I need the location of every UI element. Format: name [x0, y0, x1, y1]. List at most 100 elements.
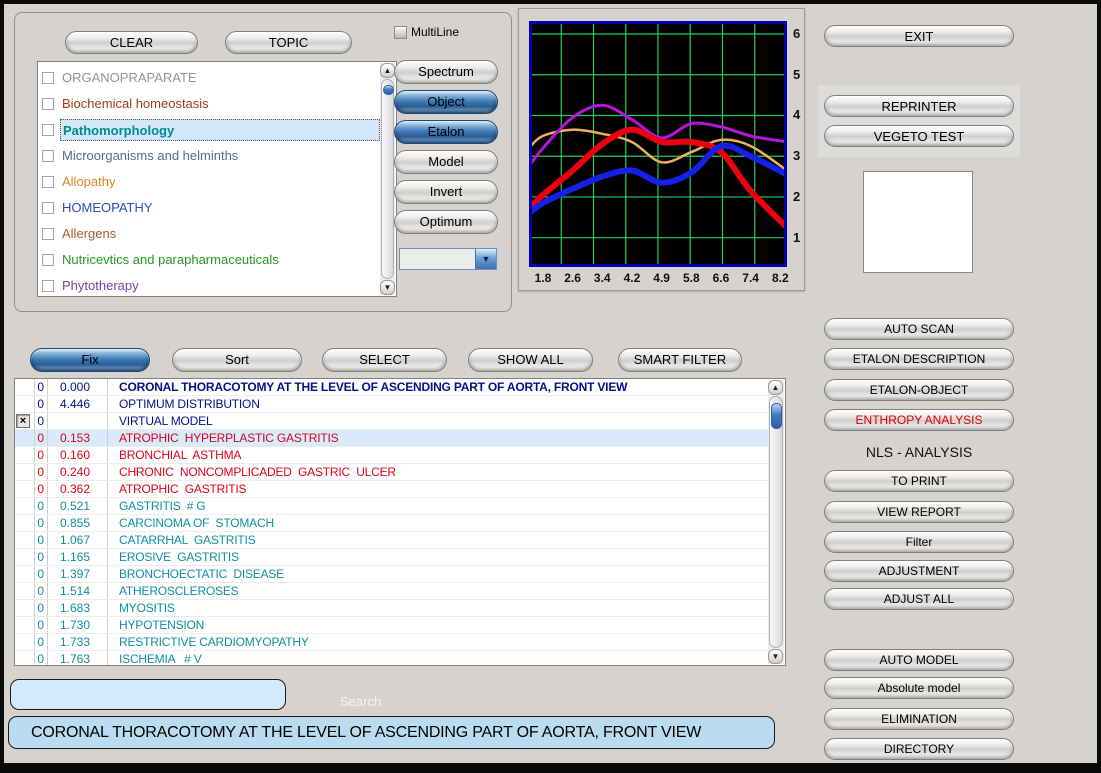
x-axis-label: 6.6 [708, 271, 734, 285]
category-item-biochemical-homeostasis[interactable]: Biochemical homeostasis [38, 91, 380, 117]
checkbox-icon[interactable] [42, 150, 54, 162]
checkbox-icon[interactable] [394, 26, 407, 39]
checkbox-icon[interactable] [42, 254, 54, 266]
row-checkbox-cell[interactable] [15, 634, 35, 650]
scroll-down-icon[interactable]: ▼ [768, 649, 783, 664]
x-axis-label: 4.9 [649, 271, 675, 285]
filter-button[interactable]: Filter [824, 531, 1014, 553]
enthropy-analysis-button[interactable]: ENTHROPY ANALYSIS [824, 409, 1014, 431]
vegeto-test-button[interactable]: VEGETO TEST [824, 125, 1014, 147]
table-row[interactable]: 01.165EROSIVE GASTRITIS [15, 549, 768, 566]
scroll-up-icon[interactable]: ▲ [768, 380, 783, 395]
table-row[interactable]: 00.160BRONCHIAL ASTHMA [15, 447, 768, 464]
select-button[interactable]: SELECT [322, 348, 447, 372]
scrollbar-thumb[interactable] [771, 403, 782, 429]
table-row[interactable]: 01.514ATHEROSCLEROSES [15, 583, 768, 600]
table-row[interactable]: 01.683MYOSITIS [15, 600, 768, 617]
category-item-nutricevtics-and-parapharmaceuticals[interactable]: Nutricevtics and parapharmaceuticals [38, 247, 380, 273]
table-row[interactable]: 01.733RESTRICTIVE CARDIOMYOPATHY [15, 634, 768, 651]
directory-button[interactable]: DIRECTORY [824, 738, 1014, 760]
row-checkbox-cell[interactable] [15, 481, 35, 497]
auto-scan-button[interactable]: AUTO SCAN [824, 318, 1014, 340]
model-button[interactable]: Model [394, 150, 498, 174]
row-checkbox-cell[interactable] [15, 549, 35, 565]
row-checkbox-cell[interactable] [15, 430, 35, 446]
table-row[interactable]: 00.153ATROPHIC HYPERPLASTIC GASTRITIS [15, 430, 768, 447]
table-row[interactable]: 04.446OPTIMUM DISTRIBUTION [15, 396, 768, 413]
row-checkbox-cell[interactable] [15, 396, 35, 412]
row-checkbox-cell[interactable] [15, 651, 35, 665]
etalon-button[interactable]: Etalon [394, 120, 498, 144]
scrollbar-track[interactable] [381, 79, 394, 279]
virtual-model-x-button[interactable]: × [16, 414, 30, 428]
table-row[interactable]: 01.397BRONCHOECTATIC DISEASE [15, 566, 768, 583]
optimum-button[interactable]: Optimum [394, 210, 498, 234]
invert-button[interactable]: Invert [394, 180, 498, 204]
category-item-organopraparate[interactable]: ORGANOPRAPARATE [38, 65, 380, 91]
smart-filter-button[interactable]: SMART FILTER [618, 348, 742, 372]
etalon-dropdown[interactable]: ▼ [399, 248, 497, 270]
category-item-phytotherapy[interactable]: Phytotherapy [38, 273, 380, 296]
absolute-model-button[interactable]: Absolute model [824, 677, 1014, 699]
elimination-button[interactable]: ELIMINATION [824, 708, 1014, 730]
checkbox-icon[interactable] [42, 228, 54, 240]
adjustment-button[interactable]: ADJUSTMENT [824, 560, 1014, 582]
exit-button[interactable]: EXIT [824, 25, 1014, 47]
clear-button[interactable]: CLEAR [65, 31, 198, 54]
search-input[interactable] [10, 679, 286, 710]
table-row[interactable]: 00.000CORONAL THORACOTOMY AT THE LEVEL O… [15, 379, 768, 396]
row-checkbox-cell[interactable] [15, 583, 35, 599]
scroll-down-icon[interactable]: ▼ [380, 280, 395, 295]
multiline-checkbox[interactable]: MultiLine [394, 25, 459, 39]
object-button[interactable]: Object [394, 90, 498, 114]
row-checkbox-cell[interactable] [15, 498, 35, 514]
table-row[interactable]: 00.362ATROPHIC GASTRITIS [15, 481, 768, 498]
table-row[interactable]: 01.763ISCHEMIA # V [15, 651, 768, 665]
row-checkbox-cell[interactable] [15, 447, 35, 463]
checkbox-icon[interactable] [42, 72, 54, 84]
etalon-description-button[interactable]: ETALON DESCRIPTION [824, 348, 1014, 370]
category-list-scrollbar[interactable]: ▲ ▼ [380, 63, 395, 295]
checkbox-icon[interactable] [42, 176, 54, 188]
row-checkbox-cell[interactable] [15, 600, 35, 616]
table-row[interactable]: 00.855CARCINOMA OF STOMACH [15, 515, 768, 532]
row-checkbox-cell[interactable] [15, 515, 35, 531]
table-row[interactable]: 00.521GASTRITIS # G [15, 498, 768, 515]
checkbox-icon[interactable] [42, 280, 54, 292]
to-print-button[interactable]: TO PRINT [824, 470, 1014, 492]
auto-model-button[interactable]: AUTO MODEL [824, 649, 1014, 671]
category-item-microorganisms-and-helminths[interactable]: Microorganisms and helminths [38, 143, 380, 169]
view-report-button[interactable]: VIEW REPORT [824, 501, 1014, 523]
adjust-all-button[interactable]: ADJUST ALL [824, 588, 1014, 610]
category-item-allergens[interactable]: Allergens [38, 221, 380, 247]
row-checkbox-cell[interactable]: × [15, 413, 35, 429]
row-checkbox-cell[interactable] [15, 379, 35, 395]
checkbox-icon[interactable] [42, 98, 54, 110]
row-flag: 0 [35, 549, 48, 565]
checkbox-icon[interactable] [42, 202, 54, 214]
scroll-up-icon[interactable]: ▲ [380, 63, 395, 78]
chevron-down-icon[interactable]: ▼ [475, 249, 496, 269]
show-all-button[interactable]: SHOW ALL [468, 348, 593, 372]
reprinter-button[interactable]: REPRINTER [824, 95, 1014, 117]
row-checkbox-cell[interactable] [15, 464, 35, 480]
table-row[interactable]: 01.067CATARRHAL GASTRITIS [15, 532, 768, 549]
table-row[interactable]: ×0VIRTUAL MODEL [15, 413, 768, 430]
category-item-homeopathy[interactable]: HOMEOPATHY [38, 195, 380, 221]
table-row[interactable]: 00.240CHRONIC NONCOMPLICADED GASTRIC ULC… [15, 464, 768, 481]
row-checkbox-cell[interactable] [15, 617, 35, 633]
table-scrollbar[interactable]: ▲ ▼ [768, 380, 784, 664]
category-item-allopathy[interactable]: Allopathy [38, 169, 380, 195]
row-checkbox-cell[interactable] [15, 566, 35, 582]
category-item-pathomorphology[interactable]: Pathomorphology [38, 117, 380, 143]
scrollbar-thumb[interactable] [383, 85, 394, 95]
table-row[interactable]: 01.730HYPOTENSION [15, 617, 768, 634]
fix-button[interactable]: Fix [30, 348, 150, 372]
checkbox-icon[interactable] [42, 124, 54, 136]
sort-button[interactable]: Sort [172, 348, 302, 372]
scrollbar-track[interactable] [769, 396, 783, 648]
row-checkbox-cell[interactable] [15, 532, 35, 548]
spectrum-button[interactable]: Spectrum [394, 60, 498, 84]
topic-button[interactable]: TOPIC [225, 31, 352, 54]
etalon-object-button[interactable]: ETALON-OBJECT [824, 379, 1014, 401]
